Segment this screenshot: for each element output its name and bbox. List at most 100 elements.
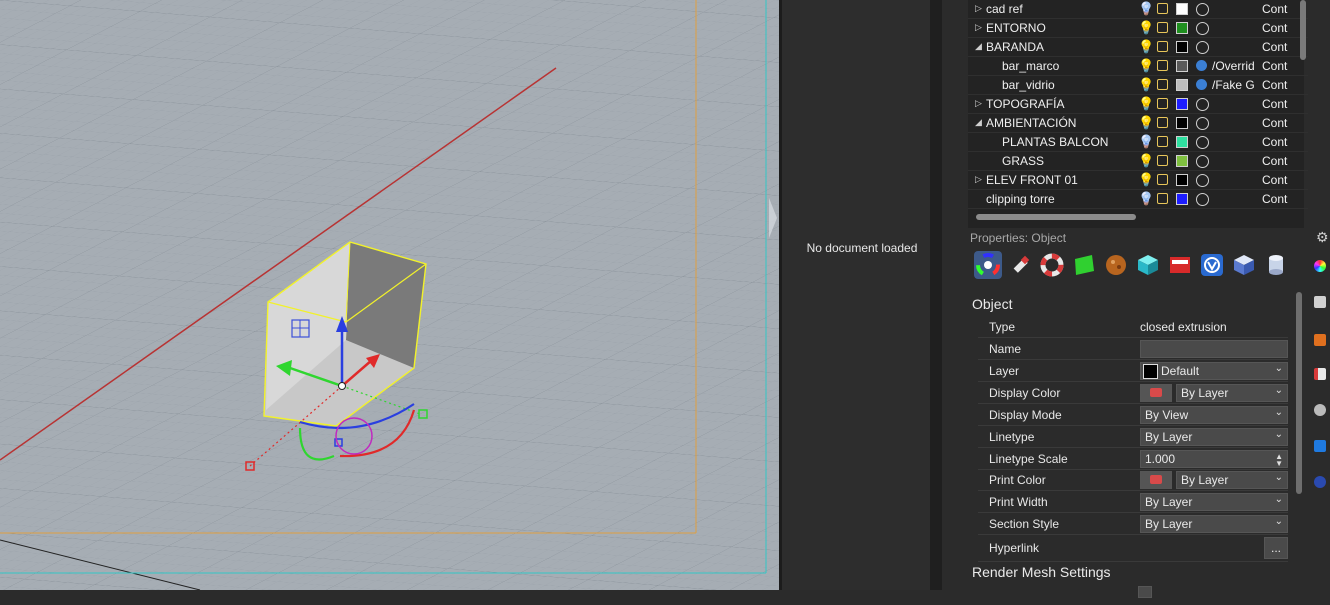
layer-name[interactable]: AMBIENTACIÓN bbox=[986, 116, 1076, 130]
lock-icon[interactable] bbox=[1157, 60, 1168, 71]
layer-color-swatch[interactable] bbox=[1176, 98, 1188, 110]
lock-icon[interactable] bbox=[1157, 22, 1168, 33]
expand-arrow-icon[interactable]: ▷ bbox=[975, 174, 982, 185]
lightbulb-icon[interactable]: 💡 bbox=[1138, 1, 1154, 17]
layer-name[interactable]: cad ref bbox=[986, 2, 1023, 16]
color-wheel-icon[interactable] bbox=[974, 251, 1002, 279]
layer-linetype[interactable]: Cont bbox=[1262, 59, 1287, 73]
vray-material-icon[interactable] bbox=[1196, 60, 1207, 71]
print-width-select[interactable]: By Layer ⌄ bbox=[1140, 493, 1288, 511]
paint-tool-icon[interactable] bbox=[1006, 251, 1034, 279]
material-circle-icon[interactable] bbox=[1196, 41, 1209, 54]
red-box-icon[interactable] bbox=[1166, 251, 1194, 279]
paint-tool-icon[interactable] bbox=[1314, 368, 1326, 380]
lightbulb-icon[interactable]: 💡 bbox=[1138, 115, 1154, 131]
lock-icon[interactable] bbox=[1157, 155, 1168, 166]
expand-arrow-icon[interactable]: ▷ bbox=[975, 98, 982, 109]
layer-linetype[interactable]: Cont bbox=[1262, 154, 1287, 168]
cylinder-icon[interactable] bbox=[1262, 251, 1290, 279]
layer-color-swatch[interactable] bbox=[1176, 3, 1188, 15]
material-circle-icon[interactable] bbox=[1196, 174, 1209, 187]
layer-name[interactable]: clipping torre bbox=[986, 192, 1055, 206]
section-style-select[interactable]: By Layer ⌄ bbox=[1140, 515, 1288, 533]
layer-row[interactable]: ▷ ENTORNO 💡 Cont bbox=[968, 19, 1308, 38]
vray-material-icon[interactable] bbox=[1196, 79, 1207, 90]
layer-row[interactable]: ▷ cad ref 💡 Cont bbox=[968, 0, 1308, 19]
layer-linetype[interactable]: Cont bbox=[1262, 78, 1287, 92]
layer-name[interactable]: GRASS bbox=[1002, 154, 1044, 168]
layer-linetype[interactable]: Cont bbox=[1262, 135, 1287, 149]
layer-row[interactable]: ▷ TOPOGRAFÍA 💡 Cont bbox=[968, 95, 1308, 114]
blue-cube-icon[interactable] bbox=[1230, 251, 1258, 279]
layers-icon[interactable] bbox=[1314, 440, 1326, 452]
layer-row[interactable]: bar_vidrio 💡 /Fake Gla Cont bbox=[968, 76, 1308, 95]
linetype-scale-input[interactable]: 1.000 ▲ ▼ bbox=[1140, 450, 1288, 468]
lightbulb-icon[interactable]: 💡 bbox=[1138, 96, 1154, 112]
print-color-select[interactable]: By Layer ⌄ bbox=[1176, 471, 1288, 489]
layer-name[interactable]: TOPOGRAFÍA bbox=[986, 97, 1064, 111]
layer-row[interactable]: ▷ ELEV FRONT 01 💡 Cont bbox=[968, 171, 1308, 190]
layer-color-swatch[interactable] bbox=[1176, 136, 1188, 148]
lock-icon[interactable] bbox=[1157, 41, 1168, 52]
layer-name[interactable]: ENTORNO bbox=[986, 21, 1046, 35]
lock-icon[interactable] bbox=[1157, 79, 1168, 90]
lightbulb-icon[interactable]: 💡 bbox=[1138, 39, 1154, 55]
display-icon[interactable] bbox=[1314, 296, 1326, 308]
layer-color-swatch[interactable] bbox=[1176, 41, 1188, 53]
lightbulb-icon[interactable]: 💡 bbox=[1138, 77, 1154, 93]
layer-name[interactable]: BARANDA bbox=[986, 40, 1044, 54]
layer-linetype[interactable]: Cont bbox=[1262, 21, 1287, 35]
layer-name[interactable]: bar_marco bbox=[1002, 59, 1059, 73]
layer-row[interactable]: PLANTAS BALCON 💡 Cont bbox=[968, 133, 1308, 152]
layer-row[interactable]: bar_marco 💡 /Override Cont bbox=[968, 57, 1308, 76]
layer-name[interactable]: bar_vidrio bbox=[1002, 78, 1055, 92]
layer-select[interactable]: Default ⌄ bbox=[1140, 362, 1288, 380]
layer-linetype[interactable]: Cont bbox=[1262, 116, 1287, 130]
material-circle-icon[interactable] bbox=[1196, 22, 1209, 35]
lightbulb-icon[interactable]: 💡 bbox=[1138, 153, 1154, 169]
collapse-arrow-icon[interactable]: ◢ bbox=[975, 117, 982, 128]
lock-icon[interactable] bbox=[1157, 3, 1168, 14]
lifesaver-icon[interactable] bbox=[1038, 251, 1066, 279]
expand-arrow-icon[interactable]: ▷ bbox=[975, 3, 982, 14]
layer-color-swatch[interactable] bbox=[1176, 22, 1188, 34]
layer-color-swatch[interactable] bbox=[1176, 79, 1188, 91]
material-circle-icon[interactable] bbox=[1196, 155, 1209, 168]
panel-divider[interactable] bbox=[930, 0, 942, 590]
lock-icon[interactable] bbox=[1157, 117, 1168, 128]
layer-row[interactable]: ◢ AMBIENTACIÓN 💡 Cont bbox=[968, 114, 1308, 133]
lock-icon[interactable] bbox=[1157, 98, 1168, 109]
display-mode-select[interactable]: By View ⌄ bbox=[1140, 406, 1288, 424]
sun-icon[interactable] bbox=[1314, 334, 1326, 346]
linetype-select[interactable]: By Layer ⌄ bbox=[1140, 428, 1288, 446]
layers-vertical-scrollbar[interactable] bbox=[1300, 0, 1306, 60]
layer-color-swatch[interactable] bbox=[1176, 155, 1188, 167]
lightbulb-icon[interactable]: 💡 bbox=[1138, 191, 1154, 207]
hyperlink-browse-button[interactable]: ... bbox=[1264, 537, 1288, 559]
layers-horizontal-scrollbar[interactable] bbox=[976, 214, 1136, 220]
layer-linetype[interactable]: Cont bbox=[1262, 40, 1287, 54]
layer-row[interactable]: ◢ BARANDA 💡 Cont bbox=[968, 38, 1308, 57]
perspective-viewport[interactable] bbox=[0, 0, 779, 590]
material-circle-icon[interactable] bbox=[1196, 117, 1209, 130]
layer-color-swatch[interactable] bbox=[1176, 193, 1188, 205]
layer-linetype[interactable]: Cont bbox=[1262, 2, 1287, 16]
expand-arrow-icon[interactable]: ▷ bbox=[975, 22, 982, 33]
materials-icon[interactable] bbox=[1314, 404, 1326, 416]
render-icon[interactable] bbox=[1314, 476, 1326, 488]
lock-icon[interactable] bbox=[1157, 174, 1168, 185]
material-circle-icon[interactable] bbox=[1196, 98, 1209, 111]
green-sheet-icon[interactable] bbox=[1070, 251, 1098, 279]
custom-mesh-checkbox[interactable] bbox=[1138, 586, 1152, 598]
layer-name[interactable]: ELEV FRONT 01 bbox=[986, 173, 1078, 187]
color-wheel-icon[interactable] bbox=[1314, 260, 1326, 272]
properties-vertical-scrollbar[interactable] bbox=[1296, 292, 1302, 494]
material-circle-icon[interactable] bbox=[1196, 3, 1209, 16]
gear-icon[interactable]: ⚙ bbox=[1316, 229, 1329, 246]
layer-color-swatch[interactable] bbox=[1176, 117, 1188, 129]
collapse-arrow-icon[interactable]: ◢ bbox=[975, 41, 982, 52]
layer-row[interactable]: clipping torre 💡 Cont bbox=[968, 190, 1308, 209]
lightbulb-icon[interactable]: 💡 bbox=[1138, 172, 1154, 188]
display-color-select[interactable]: By Layer ⌄ bbox=[1176, 384, 1288, 402]
display-color-swatch-button[interactable] bbox=[1140, 384, 1172, 402]
